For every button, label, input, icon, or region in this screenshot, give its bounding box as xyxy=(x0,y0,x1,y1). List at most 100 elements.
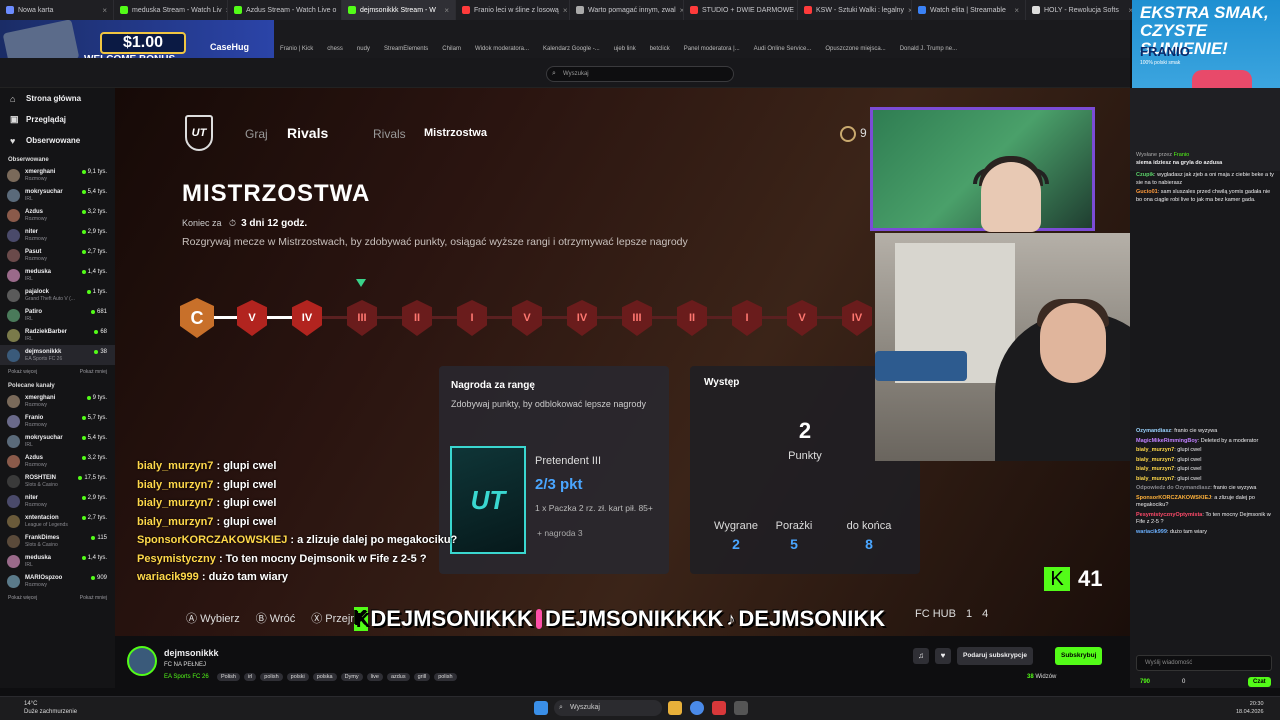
show-more-link[interactable]: Pokaż więcej xyxy=(8,595,37,601)
viewer-count: 115 xyxy=(91,535,107,541)
bookmark-item[interactable]: nudy xyxy=(357,46,370,52)
channel-item[interactable]: Franio Rozmowy 5,7 tys. xyxy=(0,411,115,431)
search-input[interactable]: ⌕ Wyszukaj xyxy=(546,66,734,82)
channel-item[interactable]: RadziekBarber IRL 68 xyxy=(0,325,115,345)
browser-tab[interactable]: meduska Stream - Watch Liv× xyxy=(114,0,228,20)
browser-tab[interactable]: Watch elita | Streamable × xyxy=(912,0,1026,20)
bookmark-item[interactable]: StreamElements xyxy=(384,46,428,52)
tag-pill[interactable]: live xyxy=(366,673,383,681)
chrome-icon[interactable] xyxy=(690,701,704,715)
app-icon-2[interactable] xyxy=(734,701,748,715)
chat-input[interactable]: Wyślij wiadomość xyxy=(1136,655,1272,671)
chat-points[interactable]: 790 xyxy=(1140,679,1150,685)
browser-tab[interactable]: Azdus Stream - Watch Live o× xyxy=(228,0,342,20)
browser-tab[interactable]: HOLY - Rewolucja Softs × xyxy=(1026,0,1140,20)
show-less-link[interactable]: Pokaż mniej xyxy=(80,595,107,601)
channel-item[interactable]: FrankDimes Slots & Casino 115 xyxy=(0,531,115,551)
bell-icon[interactable]: ♫ xyxy=(913,648,929,664)
chat-user[interactable]: wariacik999 xyxy=(1136,529,1167,535)
channel-item[interactable]: mokrysuchar IRL 5,4 tys. xyxy=(0,431,115,451)
channel-item[interactable]: meduska IRL 1,4 tys. xyxy=(0,265,115,285)
bookmark-item[interactable]: Donald J. Trump ne... xyxy=(900,46,957,52)
channel-item[interactable]: ROSHTEIN Slots & Casino 17,5 tys. xyxy=(0,471,115,491)
avatar[interactable] xyxy=(127,646,157,676)
live-dot-icon xyxy=(81,416,86,420)
close-icon[interactable]: × xyxy=(1014,6,1019,15)
close-icon[interactable]: × xyxy=(563,6,568,15)
channel-item[interactable]: dejmsonikkk EA Sports FC 26 38 xyxy=(0,345,115,365)
weather-widget[interactable]: 14°C Duże zachmurzenie xyxy=(24,700,77,716)
tag-pill[interactable]: azdus xyxy=(386,673,410,681)
clock[interactable]: 20:30 18.04.2026 xyxy=(1236,700,1264,716)
browser-tab[interactable]: dejmsonikkk Stream - W × xyxy=(342,0,456,20)
bookmark-item[interactable]: Audi Online Service... xyxy=(754,46,812,52)
subscribe-button[interactable]: Subskrybuj xyxy=(1055,647,1103,665)
chat-user[interactable]: SponsorKORCZAKOWSKIEJ xyxy=(1136,495,1211,501)
browser-tab[interactable]: KSW - Sztuki Walki : legalny× xyxy=(798,0,912,20)
sidebar-nav-item[interactable]: ⌂ Strona główna xyxy=(0,88,115,109)
browser-tab[interactable]: STUDIO + DWIE DARMOWE× xyxy=(684,0,798,20)
channel-item[interactable]: Pasut Rozmowy 2,7 tys. xyxy=(0,245,115,265)
bookmark-item[interactable]: chess xyxy=(327,46,343,52)
browser-tab[interactable]: Warto pomagać innym, zwal × xyxy=(570,0,684,20)
show-less-link[interactable]: Pokaż mniej xyxy=(80,369,107,375)
close-icon[interactable]: × xyxy=(102,6,107,15)
chat-user[interactable]: bialy_murzyn7 xyxy=(1136,457,1174,463)
chat-user[interactable]: bialy_murzyn7 xyxy=(1136,466,1174,472)
bookmark-item[interactable]: Kalendarz Google -... xyxy=(543,46,600,52)
streamer-name[interactable]: dejmsonikkk xyxy=(164,648,219,658)
chat-user[interactable]: PesymistycznyOptymista xyxy=(1136,512,1202,518)
tag-pill[interactable]: Polish xyxy=(217,673,240,681)
chat-send-button[interactable]: Czat xyxy=(1248,677,1271,687)
sidebar-nav-item[interactable]: ▣ Przeglądaj xyxy=(0,109,115,130)
channel-item[interactable]: xmerghani Rozmowy 9 tys. xyxy=(0,391,115,411)
bookmark-item[interactable]: Opuszczone miejsca... xyxy=(825,46,885,52)
chat-text: franio cie wyzywa xyxy=(1213,485,1257,491)
channel-item[interactable]: mokrysuchar IRL 5,4 tys. xyxy=(0,185,115,205)
bookmark-item[interactable]: Widok moderatora... xyxy=(475,46,529,52)
channel-item[interactable]: Azdus Rozmowy 3,2 tys. xyxy=(0,451,115,471)
tag-pill[interactable]: polish xyxy=(260,673,283,681)
chat-user[interactable]: Ozymandiasz xyxy=(1136,428,1171,434)
chat-user[interactable]: Czupik xyxy=(1136,172,1154,178)
sidebar-nav-item[interactable]: ♥ Obserwowane xyxy=(0,130,115,151)
tag-pill[interactable]: polska xyxy=(312,673,337,681)
bookmark-item[interactable]: betclick xyxy=(650,46,670,52)
bookmark-item[interactable]: Franio | Kick xyxy=(280,46,313,52)
stream-category[interactable]: EA Sports FC 26 xyxy=(164,674,209,680)
channel-item[interactable]: niter Rozmowy 2,9 tys. xyxy=(0,225,115,245)
tag-pill[interactable]: Dymy xyxy=(340,673,363,681)
chat-user[interactable]: Gucio01 xyxy=(1136,189,1158,195)
browser-tab[interactable]: Franio leci w śline z losową × xyxy=(456,0,570,20)
taskbar-search[interactable]: ⌕ Wyszukaj xyxy=(554,700,662,716)
tag-pill[interactable]: polski xyxy=(286,673,309,681)
channel-item[interactable]: Azdus Rozmowy 3,2 tys. xyxy=(0,205,115,225)
bookmark-item[interactable]: ujeb link xyxy=(614,46,636,52)
channel-item[interactable]: meduska IRL 1,4 tys. xyxy=(0,551,115,571)
heart-icon[interactable]: ♥ xyxy=(935,648,951,664)
channel-item[interactable]: xntentacion League of Legends 2,7 tys. xyxy=(0,511,115,531)
live-dot-icon xyxy=(81,556,86,560)
bookmark-item[interactable]: Chilam xyxy=(442,46,461,52)
tag-pill[interactable]: grill xyxy=(413,673,431,681)
tag-pill[interactable]: irl xyxy=(243,673,257,681)
folder-icon[interactable] xyxy=(668,701,682,715)
browser-tab[interactable]: Nowa karta × xyxy=(0,0,114,20)
select-hint: Ⓐ Wybierz xyxy=(186,613,240,625)
channel-item[interactable]: xmerghani Rozmowy 9,1 tys. xyxy=(0,165,115,185)
channel-item[interactable]: MARIOspzoo Rozmowy 909 xyxy=(0,571,115,591)
show-more-link[interactable]: Pokaż więcej xyxy=(8,369,37,375)
app-icon[interactable] xyxy=(712,701,726,715)
channel-item[interactable]: pajalock Grand Theft Auto V (... 1 tys. xyxy=(0,285,115,305)
chat-user[interactable]: bialy_murzyn7 xyxy=(1136,476,1174,482)
channel-item[interactable]: niter Rozmowy 2,9 tys. xyxy=(0,491,115,511)
windows-icon[interactable] xyxy=(534,701,548,715)
channel-item[interactable]: Patiro IRL 681 xyxy=(0,305,115,325)
chat-user[interactable]: MagicMikeRimmingBoy xyxy=(1136,438,1198,444)
chat-user[interactable]: Odpowiedz do Ozymandiasz xyxy=(1136,485,1210,491)
gift-sub-button[interactable]: Podaruj subskrypcje xyxy=(957,647,1033,665)
bookmark-item[interactable]: Panel moderatora |... xyxy=(684,46,740,52)
tag-pill[interactable]: polish xyxy=(434,673,457,681)
close-icon[interactable]: × xyxy=(444,6,449,15)
chat-user[interactable]: bialy_murzyn7 xyxy=(1136,447,1174,453)
